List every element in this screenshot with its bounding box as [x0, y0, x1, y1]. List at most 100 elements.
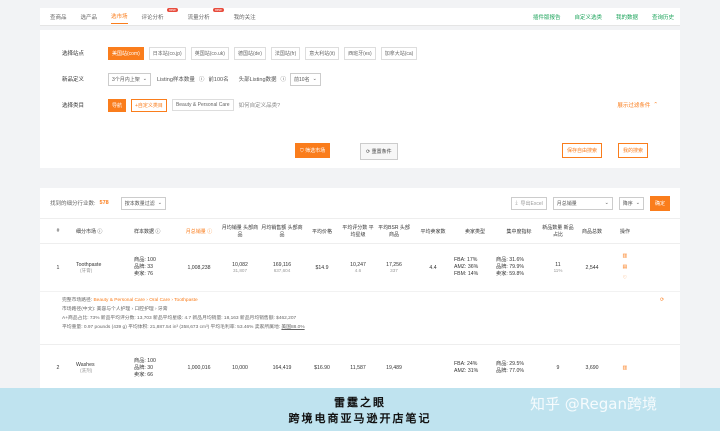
conc-sellers: 卖家: 59.8% — [496, 271, 524, 277]
document-icon[interactable]: ▤ — [610, 262, 640, 273]
site-de[interactable]: 德国站(de) — [233, 46, 266, 60]
tab-check-product[interactable]: 查商品 — [50, 13, 67, 21]
tab-traffic-analysis[interactable]: 流量分析 new — [188, 7, 224, 21]
select-value: 前10名 — [294, 76, 310, 83]
order-select[interactable]: 降序 ⌄ — [618, 196, 644, 210]
select-value: 按本数量过滤 — [124, 200, 155, 207]
cn-path: 市场路径(中文): 美容与个人护理 › 口腔护理 › 牙膏 — [62, 307, 168, 312]
row-market[interactable]: Toothpaste (牙膏) — [76, 262, 134, 274]
fba: FBA: 24% — [454, 361, 478, 367]
site-es[interactable]: 西班牙(es) — [344, 46, 376, 60]
col-sample[interactable]: 样本数据 ⓘ — [134, 228, 178, 235]
row-market[interactable]: Washes (洗剂) — [76, 362, 134, 374]
select-value: 月总销量 — [556, 200, 577, 207]
col-seller-type[interactable]: 卖家类型 — [454, 228, 496, 235]
save-search-button[interactable]: 保存自由搜索 — [562, 143, 603, 158]
refresh-icon[interactable]: ⟳ — [660, 296, 664, 305]
new-badge: new — [212, 7, 224, 12]
col-sellers[interactable]: 平均卖家数 — [412, 228, 454, 235]
col-ratings[interactable]: 平均评分数 平均星级 — [340, 224, 376, 238]
head-listing-select[interactable]: 前10名 ⌄ — [290, 72, 321, 86]
show-filters-toggle[interactable]: 展示过滤条件 — [617, 101, 650, 109]
row-total-sales: 1,008,238 — [187, 264, 211, 271]
select-value: 降序 — [622, 200, 633, 207]
chevron-down-icon: ⌄ — [635, 199, 640, 206]
bsr-head: 337 — [390, 268, 398, 273]
my-search-button[interactable]: 我的搜索 — [618, 143, 649, 158]
physical-stats: 平均重量: 0.97 pounds (439 g) 平均体积: 21,887.5… — [62, 325, 282, 330]
sample-sellers: 卖家: 76 — [134, 271, 154, 277]
reset-button[interactable]: ⟳ 重置条件 — [360, 143, 398, 160]
sample-sellers: 卖家: 66 — [134, 371, 154, 378]
chart-icon[interactable]: ▥ — [623, 365, 628, 371]
row-avg-sales: 10,082 31,807 — [220, 262, 260, 273]
custom-category-button[interactable]: +自定义类目 — [131, 98, 167, 112]
site-uk[interactable]: 英国站(co.uk) — [190, 46, 229, 60]
heart-icon[interactable]: ♡ — [610, 273, 640, 284]
confirm-button[interactable]: 确定 — [649, 195, 670, 211]
tab-review-analysis[interactable]: 评论分析 new — [142, 7, 178, 21]
chevron-down-icon: ⌄ — [157, 199, 162, 206]
link-custom-category[interactable]: 自定义选类 — [574, 13, 602, 21]
table-row[interactable]: 2 Washes (洗剂) 商品: 100 品牌: 30 卖家: 66 1,000,0… — [40, 344, 680, 392]
col-market[interactable]: 细分市场 ⓘ — [76, 228, 134, 235]
new-badge: new — [166, 7, 178, 12]
tab-my-follow[interactable]: 我的关注 — [234, 13, 256, 21]
row-actions: ▥ ▤ ♡ — [610, 251, 640, 284]
help-icon: ⓘ — [280, 77, 287, 83]
category-path: Beauty & Personal Care — [171, 99, 234, 111]
conc-products: 商品: 31.6% — [496, 257, 524, 263]
col-avg-sales[interactable]: 月均销量 头部商品 — [220, 224, 260, 238]
site-it[interactable]: 意大利站(it) — [305, 46, 340, 60]
col-label: 细分市场 — [76, 228, 97, 235]
nav-links: 插件版报告 自定义选类 我的数据 查询历史 — [533, 13, 680, 21]
button-label: 筛选市场 — [305, 148, 326, 154]
table-header: # 细分市场 ⓘ 样本数据 ⓘ 月总销量 ⓘ 月均销量 头部商品 月均销售额 头… — [40, 218, 680, 244]
site-row: 选择站点 美国站(com) 日本站(co.jp) 英国站(co.uk) 德国站(… — [62, 42, 658, 64]
stars: 4.6 — [354, 268, 362, 273]
site-jp[interactable]: 日本站(co.jp) — [148, 46, 186, 60]
link-my-data[interactable]: 我的数据 — [616, 13, 638, 21]
table-row[interactable]: 1 Toothpaste (牙膏) 商品: 100 品牌: 33 卖家: 76 1,0… — [40, 244, 680, 292]
col-price[interactable]: 平均价格 — [304, 228, 340, 235]
col-bsr[interactable]: 平均BSR 头部商品 — [376, 224, 412, 238]
col-total-sales[interactable]: 月总销量 ⓘ — [178, 228, 220, 235]
button-label: 重置条件 — [371, 149, 392, 155]
link-history[interactable]: 查询历史 — [652, 13, 674, 21]
site-ca[interactable]: 加拿大站(ca) — [380, 46, 418, 60]
sort-field-select[interactable]: 月总销量 ⌄ — [552, 196, 613, 210]
category-row: 选择类目 导航 +自定义类目 Beauty & Personal Care 如何… — [62, 94, 658, 116]
path-value[interactable]: Beauty & Personal Care › Oral Care › Too… — [93, 298, 197, 303]
row-seller-type: FBA: 17% AMZ: 36% FBM: 14% — [454, 257, 496, 278]
col-concentration[interactable]: 集中度指标 — [496, 228, 542, 235]
tab-select-market[interactable]: 选市场 — [111, 12, 128, 24]
row-ratings: 11,587 — [350, 365, 366, 371]
watermark: 知乎 @Regan跨境 — [530, 395, 657, 413]
col-avg-revenue[interactable]: 月均销售额 头部商品 — [260, 224, 304, 238]
download-icon: ⤓ — [515, 199, 518, 206]
row-index: 1 — [56, 264, 60, 271]
avg-sales-head: 31,807 — [232, 268, 248, 273]
site-fr[interactable]: 法国站(fr) — [270, 46, 301, 60]
sort-filter-select[interactable]: 按本数量过滤 ⌄ — [120, 196, 166, 210]
fba: FBA: 17% — [454, 257, 478, 263]
custom-category-help-link[interactable]: 如何自定义品类? — [239, 101, 281, 109]
new-def-select[interactable]: 3个月内上架 ⌄ — [108, 72, 151, 86]
col-new[interactable]: 新品数量 新品占比 — [542, 224, 574, 238]
row-total-sales: 1,000,016 — [187, 365, 211, 371]
export-button[interactable]: ⤓ 导出Excel — [511, 196, 547, 210]
row-actions: ▥ — [610, 365, 640, 371]
col-total[interactable]: 商品总数 — [574, 228, 610, 235]
filter-market-button[interactable]: ⛉ 筛选市场 — [295, 143, 331, 158]
category-nav-button[interactable]: 导航 — [108, 98, 127, 112]
conc-brands: 品牌: 77.0% — [496, 368, 524, 374]
row-avg-sales: 10,000 — [232, 365, 248, 371]
chart-icon[interactable]: ▥ — [610, 251, 640, 262]
fbm: FBM: 14% — [454, 271, 479, 277]
results-toolbar: 找到的细分行业数: 578 按本数量过滤 ⌄ ⤓ 导出Excel 月总销量 ⌄ 降序 ⌄… — [40, 188, 680, 218]
col-actions: 操作 — [619, 228, 630, 235]
sample-brands: 品牌: 33 — [134, 264, 154, 270]
tab-select-product[interactable]: 选产品 — [81, 13, 98, 21]
site-us[interactable]: 美国站(com) — [108, 46, 144, 60]
link-plugin-report[interactable]: 插件版报告 — [533, 13, 561, 21]
